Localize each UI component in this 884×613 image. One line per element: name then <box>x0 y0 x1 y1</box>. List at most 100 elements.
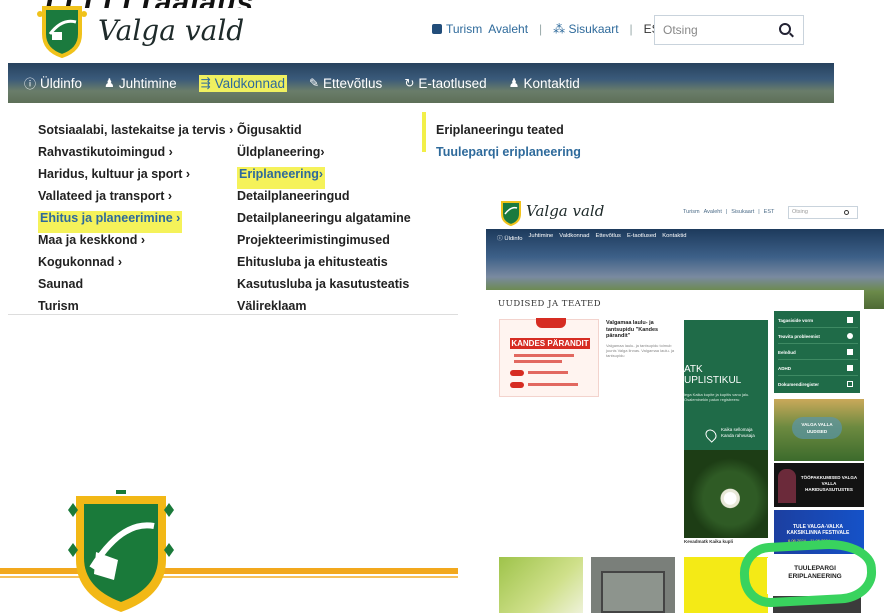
news-item-title[interactable]: Valgamaa laulu- ja tantsupidu "Kandes pä… <box>606 320 678 340</box>
site-brand-small[interactable]: Valga vald <box>526 202 604 220</box>
thumbnail-green[interactable] <box>499 557 583 613</box>
nav-item-e-taotlused[interactable]: E-taotlused <box>627 233 656 242</box>
annotation-circle <box>738 537 878 609</box>
menu-item-rahvastikutoimingud[interactable]: Rahvastikutoimingud › <box>38 145 233 167</box>
menu-item-detailplaneeringu-algatamine[interactable]: Detailplaneeringu algatamine <box>237 211 411 233</box>
menu-item-detailplaneeringud[interactable]: Detailplaneeringud <box>237 189 411 211</box>
coat-of-arms-large <box>68 490 174 612</box>
nav-item-uldinfo[interactable]: ⓘ Üldinfo <box>24 75 82 92</box>
municipality-icon: ⇶ <box>200 76 211 90</box>
poster-date-badge <box>510 370 524 376</box>
menu-item-uldplaneering[interactable]: Üldplaneering› <box>237 145 411 167</box>
quick-link-eelnoud[interactable]: Eelnõud <box>778 345 858 360</box>
top-utility-nav: Turism Avaleht | ⁂ Sisukaart | EST <box>432 22 667 36</box>
poster-text-line <box>514 354 574 357</box>
poster-text-line <box>528 371 568 374</box>
menu-item-oigusaktid[interactable]: Õigusaktid <box>237 123 411 145</box>
menu-item-ehitus-ja-planeerimine[interactable]: Ehitus ja planeerimine › <box>38 211 183 233</box>
news-heading: UUDISED JA TEATED <box>498 299 602 309</box>
sisukaart-link[interactable]: Sisukaart <box>731 209 754 215</box>
poster-text-line <box>528 383 578 386</box>
menu-item-saunad[interactable]: Saunad <box>38 277 233 299</box>
menu-column-ehitus: Õigusaktid Üldplaneering› Eriplaneering›… <box>237 123 411 321</box>
menu-item-ehitusluba[interactable]: Ehitusluba ja ehitusteatis <box>237 255 411 277</box>
nav-item-juhtimine[interactable]: ♟ Juhtimine <box>104 76 177 91</box>
top-utility-nav-small: Turism Avaleht | Sisukaart | EST <box>683 209 774 215</box>
menu-item-tuulepargi-eriplaneering[interactable]: Tuuleparqi eriplaneering <box>436 145 581 167</box>
nav-item-kontaktid[interactable]: ♟ Kontaktid <box>509 76 580 91</box>
sitemap-icon: ⁂ <box>553 22 569 36</box>
nav-item-ettevotlus[interactable]: Ettevõtlus <box>595 233 620 242</box>
avaleht-link[interactable]: Avaleht <box>488 22 528 36</box>
pencil-icon <box>847 317 853 323</box>
turism-link[interactable]: Turism <box>683 209 700 215</box>
nav-item-ettevotlus[interactable]: ✎ Ettevõtlus <box>309 76 382 91</box>
menu-item-maa-ja-keskkond[interactable]: Maa ja keskkond › <box>38 233 233 255</box>
menu-item-kasutusluba[interactable]: Kasutusluba ja kasutusteatis <box>237 277 411 299</box>
separator: | <box>758 209 760 215</box>
nav-item-valdkonnad[interactable]: ⇶ Valdkonnad <box>198 74 287 92</box>
document-icon <box>847 349 853 355</box>
menu-item-vallateed[interactable]: Vallateed ja transport › <box>38 189 233 211</box>
search-placeholder: Otsing <box>663 23 698 37</box>
mail-icon <box>847 381 853 387</box>
thumbnail-grey[interactable] <box>591 557 675 613</box>
search-input[interactable]: Otsing <box>654 15 804 45</box>
event-location: Kaika sellomaja Kanda rahvusaja <box>721 427 755 438</box>
chat-icon <box>847 333 853 339</box>
separator: | <box>725 209 728 215</box>
poster-date-badge <box>510 382 524 388</box>
turism-link[interactable]: Turism <box>432 22 482 36</box>
banner-label: TÖÖPAKKUMISED VALGA VALLA HARIDUSASUTUST… <box>800 475 858 492</box>
banner-label: VALGA VALLA UUDISED <box>792 417 842 439</box>
highlight-marker <box>422 112 426 152</box>
menu-item-valireklaam[interactable]: Välireklaam <box>237 299 411 321</box>
info-icon: ⓘ <box>24 76 37 91</box>
nav-item-e-taotlused[interactable]: ↻ E-taotlused <box>404 76 486 91</box>
quick-link-teavita[interactable]: Teavita probleemist <box>778 329 858 344</box>
quick-links-sidebar: Tagasiside vorm Teavita probleemist Eeln… <box>774 311 860 393</box>
nav-item-juhtimine[interactable]: Juhtimine <box>528 233 553 242</box>
nav-item-uldinfo[interactable]: ⓘ Üldinfo <box>497 233 522 242</box>
coat-of-arms-logo-small[interactable] <box>498 200 524 226</box>
menu-item-eriplaneeringu-teated[interactable]: Eriplaneeringu teated <box>436 123 581 145</box>
people-icon: ♟ <box>104 76 115 90</box>
hike-event-card[interactable]: ATK UPLISTIKUL lega Kaika kupite ja kupi… <box>684 320 768 538</box>
nav-item-kontaktid[interactable]: Kontaktid <box>662 233 686 242</box>
event-text: lega Kaika kupite ja kupitis vanu jalu. … <box>684 392 750 402</box>
menu-item-sotsiaalabi[interactable]: Sotsiaalabi, lastekaitse ja tervis › <box>38 123 233 145</box>
poster-text-line <box>514 360 562 363</box>
search-icon[interactable] <box>844 210 849 215</box>
menu-item-kogukonnad[interactable]: Kogukonnad › <box>38 255 233 277</box>
quick-link-tagasiside[interactable]: Tagasiside vorm <box>778 313 858 328</box>
poster-title: KANDES PÄRANDIT <box>510 338 590 349</box>
language-switch[interactable]: EST <box>764 209 775 215</box>
menu-item-haridus[interactable]: Haridus, kultuur ja sport › <box>38 167 233 189</box>
separator: | <box>539 22 543 36</box>
separator: | <box>629 22 633 36</box>
menu-item-turism[interactable]: Turism <box>38 299 233 321</box>
search-icon[interactable] <box>779 23 791 35</box>
person-photo <box>778 469 796 503</box>
banner-valga-valla-uudised[interactable]: VALGA VALLA UUDISED <box>774 399 864 461</box>
sisukaart-link[interactable]: ⁂ Sisukaart <box>553 22 618 36</box>
location-pin-icon <box>703 427 719 443</box>
quick-link-dokumendiregister[interactable]: Dokumendiregister <box>778 377 858 392</box>
avaleht-link[interactable]: Avaleht <box>704 209 722 215</box>
main-nav: ⓘ Üldinfo ♟ Juhtimine ⇶ Valdkonnad ✎ Ettevõt… <box>8 63 834 103</box>
banner-toopakkumised[interactable]: TÖÖPAKKUMISED VALGA VALLA HARIDUSASUTUST… <box>774 463 864 507</box>
menu-column-valdkonnad: Sotsiaalabi, lastekaitse ja tervis › Rah… <box>38 123 233 321</box>
eservice-icon: ↻ <box>404 76 415 90</box>
menu-column-eriplaneering: Eriplaneeringu teated Tuuleparqi eriplan… <box>436 123 581 167</box>
coat-of-arms-logo[interactable] <box>34 4 90 58</box>
poster-emblem <box>536 318 566 328</box>
quick-link-adhd[interactable]: ADHD <box>778 361 858 376</box>
event-caption[interactable]: Kevadmatk Kaika kupli <box>684 539 733 544</box>
menu-item-eriplaneering[interactable]: Eriplaneering› <box>237 167 326 189</box>
edit-icon: ✎ <box>308 76 320 90</box>
menu-item-projekteerimistingimused[interactable]: Projekteerimistingimused <box>237 233 411 255</box>
turism-icon <box>432 24 442 34</box>
site-brand[interactable]: Valga vald <box>98 14 244 47</box>
nav-item-valdkonnad[interactable]: Valdkonnad <box>559 233 589 242</box>
news-poster-image[interactable]: KANDES PÄRANDIT <box>499 318 599 397</box>
